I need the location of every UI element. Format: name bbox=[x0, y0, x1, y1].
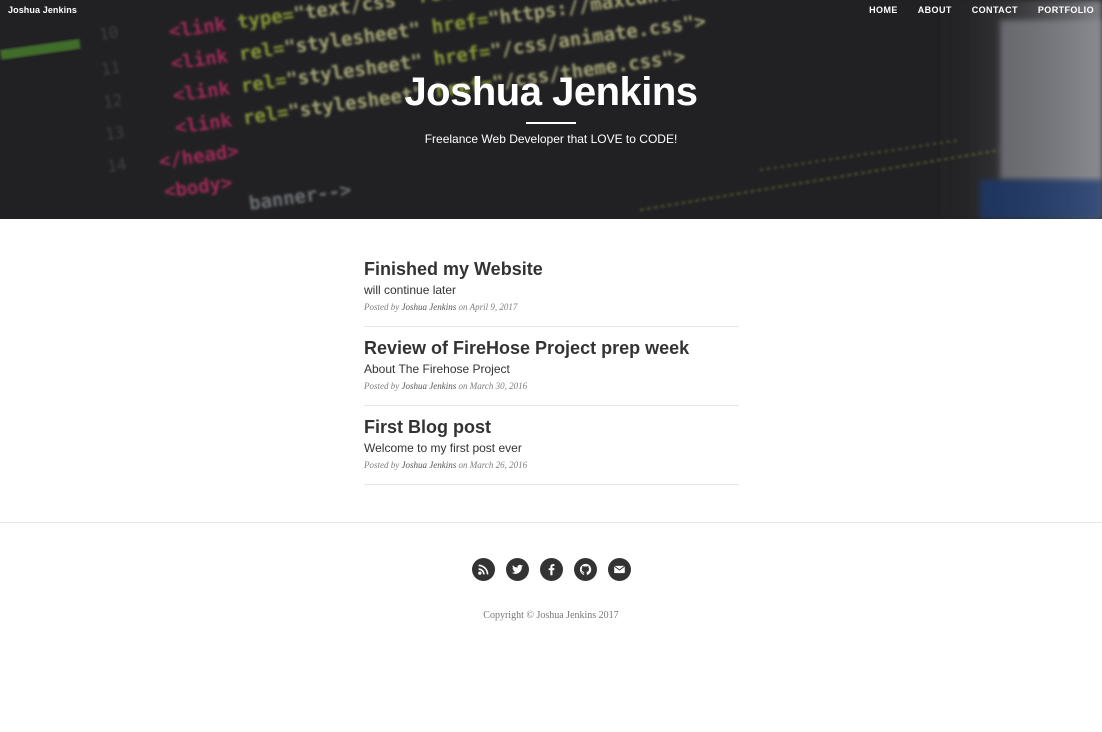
post-subtitle: Welcome to my first post ever bbox=[364, 441, 522, 455]
author-link[interactable]: Joshua Jenkins bbox=[402, 460, 457, 470]
post-meta: Posted by Joshua Jenkins on March 30, 20… bbox=[364, 381, 739, 391]
post-list: Finished my Website will continue later … bbox=[364, 248, 739, 485]
envelope-icon[interactable] bbox=[607, 558, 631, 581]
post-subtitle: will continue later bbox=[364, 283, 457, 297]
post-subtitle: About The Firehose Project bbox=[364, 362, 510, 376]
post-date: on March 30, 2016 bbox=[458, 381, 528, 391]
nav-about-link[interactable]: ABOUT bbox=[918, 5, 952, 15]
page-title: Joshua Jenkins bbox=[404, 70, 698, 114]
post-preview: Review of FireHose Project prep week Abo… bbox=[364, 327, 739, 406]
nav-home-link[interactable]: HOME bbox=[869, 5, 898, 15]
twitter-icon[interactable] bbox=[505, 558, 529, 581]
footer-divider bbox=[0, 522, 1102, 523]
post-title-link[interactable]: First Blog post bbox=[364, 416, 739, 438]
github-icon[interactable] bbox=[573, 558, 597, 581]
page-subtitle: Freelance Web Developer that LOVE to COD… bbox=[424, 132, 678, 146]
brand-link[interactable]: Joshua Jenkins bbox=[8, 5, 77, 15]
author-link[interactable]: Joshua Jenkins bbox=[402, 381, 457, 391]
nav-links: HOME ABOUT CONTACT PORTFOLIO bbox=[869, 5, 1094, 15]
post-preview: First Blog post Welcome to my first post… bbox=[364, 406, 739, 485]
post-date: on April 9, 2017 bbox=[458, 302, 518, 312]
post-title-link[interactable]: Finished my Website bbox=[364, 258, 739, 280]
nav-portfolio-link[interactable]: PORTFOLIO bbox=[1038, 5, 1094, 15]
post-preview: Finished my Website will continue later … bbox=[364, 248, 739, 327]
post-meta: Posted by Joshua Jenkins on March 26, 20… bbox=[364, 460, 739, 470]
meta-prefix: Posted by bbox=[364, 381, 400, 391]
hero-heading-block: Joshua Jenkins Freelance Web Developer t… bbox=[0, 68, 1102, 146]
author-link[interactable]: Joshua Jenkins bbox=[402, 302, 457, 312]
rss-icon[interactable] bbox=[471, 558, 495, 581]
copyright-text: Copyright © Joshua Jenkins 2017 bbox=[483, 610, 619, 621]
post-date: on March 26, 2016 bbox=[458, 460, 528, 470]
social-links bbox=[0, 558, 1102, 581]
nav-contact-link[interactable]: CONTACT bbox=[972, 5, 1018, 15]
post-meta: Posted by Joshua Jenkins on April 9, 201… bbox=[364, 302, 739, 312]
facebook-icon[interactable] bbox=[539, 558, 563, 581]
meta-prefix: Posted by bbox=[364, 460, 400, 470]
top-navbar: Joshua Jenkins HOME ABOUT CONTACT PORTFO… bbox=[0, 0, 1102, 22]
meta-prefix: Posted by bbox=[364, 302, 400, 312]
hero-divider bbox=[526, 122, 576, 124]
post-title-link[interactable]: Review of FireHose Project prep week bbox=[364, 337, 739, 359]
hero-header: 10 11 12 13 14 <link type="text/css" rel… bbox=[0, 0, 1102, 219]
